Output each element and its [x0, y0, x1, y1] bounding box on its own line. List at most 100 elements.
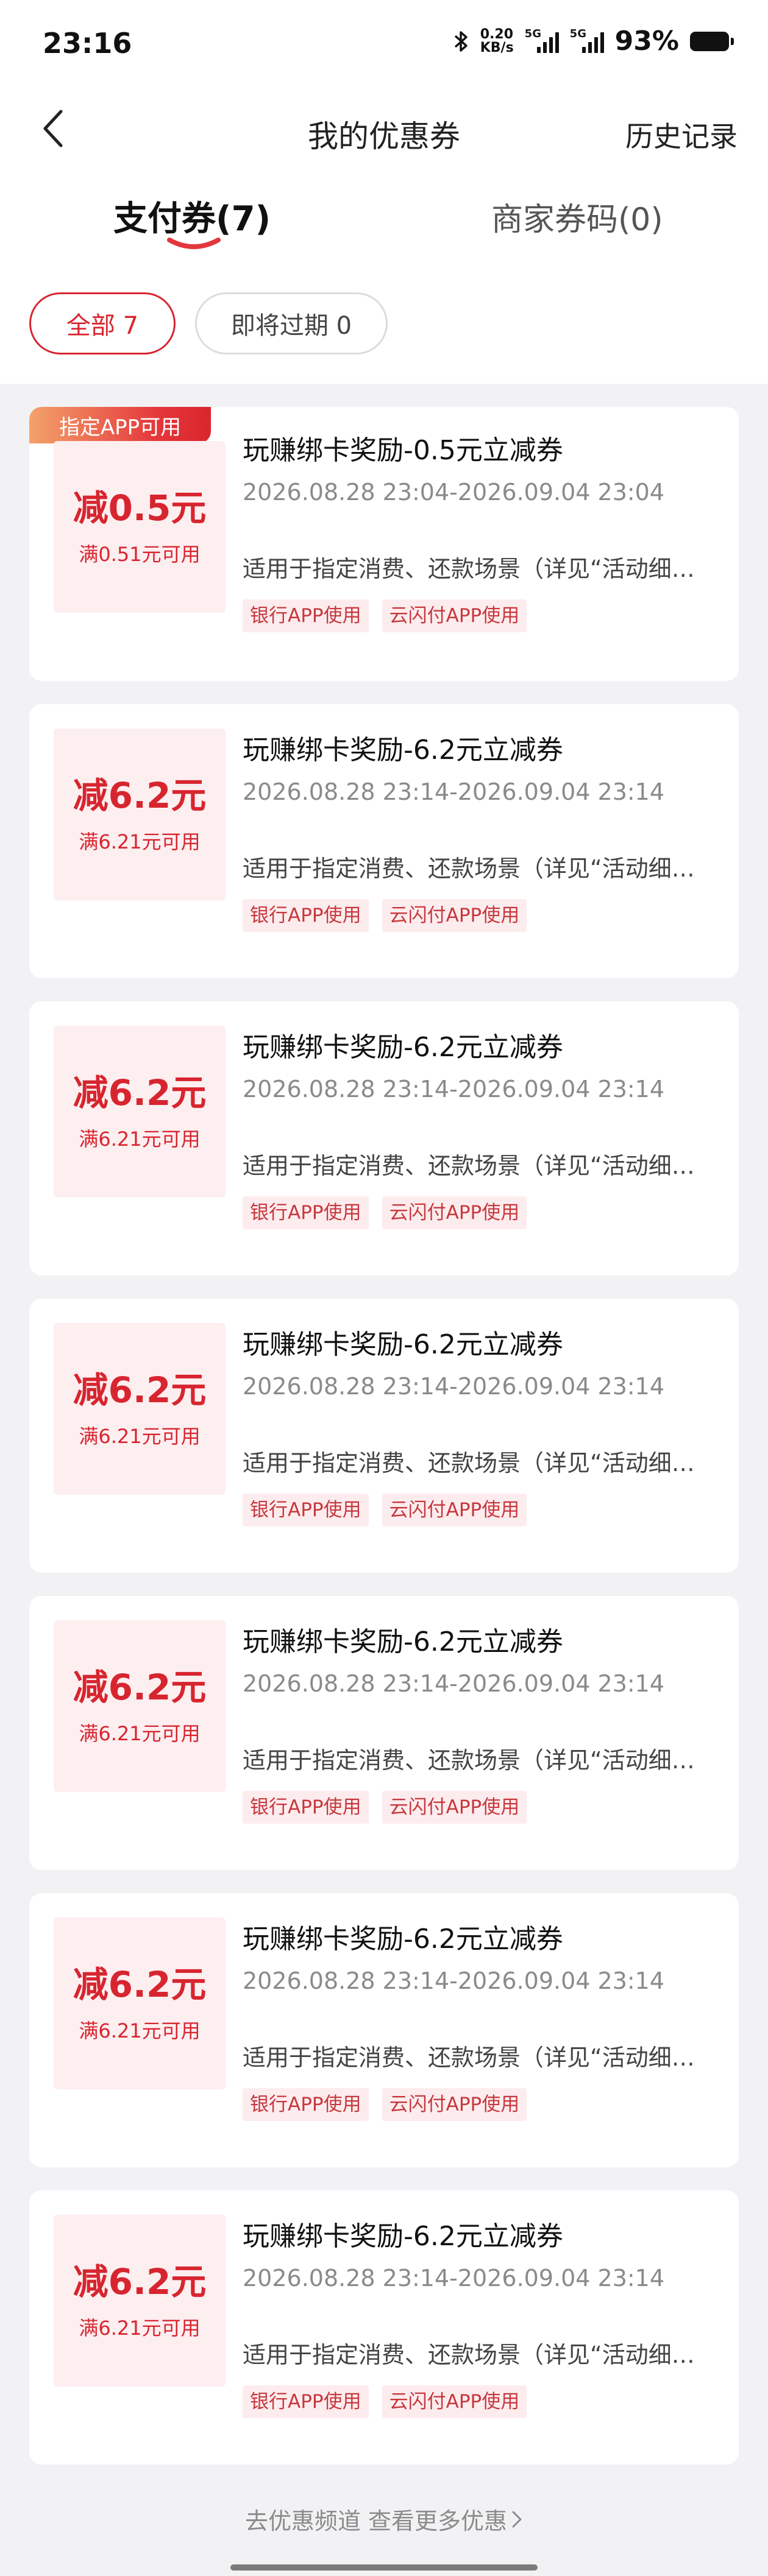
history-button[interactable]: 历史记录	[625, 115, 738, 155]
battery-icon	[690, 31, 734, 51]
tab-payment-coupons[interactable]: 支付券(7)	[113, 191, 271, 241]
coupon-amount-box: 减6.2元 满6.21元可用	[54, 1620, 226, 1792]
filter-all-chip[interactable]: 全部 7	[29, 292, 176, 355]
badge-bank-app: 银行APP使用	[243, 2088, 369, 2121]
status-time: 23:16	[43, 27, 132, 60]
coupon-info: 玩赚绑卡奖励-0.5元立减券 2026.08.28 23:04-2026.09.…	[243, 434, 714, 632]
filter-chips: 全部 7 即将过期 0	[29, 292, 388, 355]
coupon-amount-box: 减6.2元 满6.21元可用	[54, 1323, 226, 1495]
coupon-amount-box: 减0.5元 满0.51元可用	[54, 441, 226, 613]
coupon-threshold: 满0.51元可用	[79, 543, 201, 566]
coupon-badges: 银行APP使用 云闪付APP使用	[243, 599, 714, 632]
tab-active-indicator	[167, 238, 221, 249]
coupon-amount: 减6.2元	[73, 1667, 207, 1708]
badge-unionpay-app: 云闪付APP使用	[382, 2088, 527, 2121]
coupon-threshold: 满6.21元可用	[79, 2019, 201, 2042]
status-bar: 23:16 0.20 KB/s 5G 5G 93%	[0, 0, 768, 91]
coupon-info: 玩赚绑卡奖励-6.2元立减券 2026.08.28 23:14-2026.09.…	[243, 1625, 714, 1824]
coupon-date-range: 2026.08.28 23:14-2026.09.04 23:14	[243, 1670, 665, 1697]
nav-bar: 我的优惠券 历史记录	[0, 91, 768, 171]
coupon-badges: 银行APP使用 云闪付APP使用	[243, 1791, 714, 1824]
coupon-info: 玩赚绑卡奖励-6.2元立减券 2026.08.28 23:14-2026.09.…	[243, 1031, 714, 1229]
tab-merchant-codes[interactable]: 商家券码(0)	[491, 194, 663, 239]
badge-unionpay-app: 云闪付APP使用	[382, 1791, 527, 1824]
badge-bank-app: 银行APP使用	[243, 1196, 369, 1229]
coupon-badges: 银行APP使用 云闪付APP使用	[243, 1196, 714, 1229]
coupon-description: 适用于指定消费、还款场景（详见“活动细则”）	[243, 2044, 714, 2071]
coupon-badges: 银行APP使用 云闪付APP使用	[243, 2088, 714, 2121]
signal-icon: 5G	[524, 27, 559, 53]
coupon-info: 玩赚绑卡奖励-6.2元立减券 2026.08.28 23:14-2026.09.…	[243, 1328, 714, 1526]
chevron-right-icon	[511, 2508, 523, 2535]
coupon-info: 玩赚绑卡奖励-6.2元立减券 2026.08.28 23:14-2026.09.…	[243, 1922, 714, 2121]
signal-label: 5G	[569, 27, 586, 40]
coupon-threshold: 满6.21元可用	[79, 1127, 201, 1151]
badge-bank-app: 银行APP使用	[243, 599, 369, 632]
coupon-threshold: 满6.21元可用	[79, 1425, 201, 1448]
coupon-threshold: 满6.21元可用	[79, 2317, 201, 2340]
status-icons: 0.20 KB/s 5G 5G 93%	[453, 26, 734, 57]
coupon-title: 玩赚绑卡奖励-6.2元立减券	[243, 1626, 563, 1657]
net-speed-unit: KB/s	[480, 40, 514, 55]
coupon-card[interactable]: 减6.2元 满6.21元可用 玩赚绑卡奖励-6.2元立减券 2026.08.28…	[29, 1893, 739, 2167]
coupon-list: 指定APP可用 减0.5元 满0.51元可用 玩赚绑卡奖励-0.5元立减券 20…	[29, 407, 739, 2488]
coupon-card[interactable]: 减6.2元 满6.21元可用 玩赚绑卡奖励-6.2元立减券 2026.08.28…	[29, 1596, 739, 1870]
filter-expiring-chip[interactable]: 即将过期 0	[195, 292, 388, 355]
coupon-amount-box: 减6.2元 满6.21元可用	[54, 2215, 226, 2387]
coupon-amount: 减0.5元	[73, 487, 207, 529]
coupon-badges: 银行APP使用 云闪付APP使用	[243, 1494, 714, 1526]
coupon-amount-box: 减6.2元 满6.21元可用	[54, 1918, 226, 2089]
coupon-info: 玩赚绑卡奖励-6.2元立减券 2026.08.28 23:14-2026.09.…	[243, 733, 714, 932]
coupon-description: 适用于指定消费、还款场景（详见“活动细则”）	[243, 1450, 714, 1477]
coupon-date-range: 2026.08.28 23:14-2026.09.04 23:14	[243, 1373, 665, 1400]
coupon-description: 适用于指定消费、还款场景（详见“活动细则”）	[243, 1747, 714, 1774]
badge-bank-app: 银行APP使用	[243, 2385, 369, 2418]
coupon-badges: 银行APP使用 云闪付APP使用	[243, 899, 714, 932]
coupon-date-range: 2026.08.28 23:14-2026.09.04 23:14	[243, 778, 665, 805]
coupon-description: 适用于指定消费、还款场景（详见“活动细则”）	[243, 855, 714, 882]
coupon-amount: 减6.2元	[73, 1369, 207, 1411]
coupon-card[interactable]: 减6.2元 满6.21元可用 玩赚绑卡奖励-6.2元立减券 2026.08.28…	[29, 704, 739, 978]
coupon-threshold: 满6.21元可用	[79, 830, 201, 853]
badge-unionpay-app: 云闪付APP使用	[382, 599, 527, 632]
coupon-card[interactable]: 减6.2元 满6.21元可用 玩赚绑卡奖励-6.2元立减券 2026.08.28…	[29, 1299, 739, 1573]
coupon-title: 玩赚绑卡奖励-6.2元立减券	[243, 1329, 563, 1360]
signal-label: 5G	[524, 27, 541, 40]
tab-bar: 支付券(7) 商家券码(0)	[0, 171, 768, 262]
net-speed: 0.20 KB/s	[480, 26, 514, 55]
coupon-amount-box: 减6.2元 满6.21元可用	[54, 1026, 226, 1198]
badge-bank-app: 银行APP使用	[243, 1494, 369, 1526]
coupon-info: 玩赚绑卡奖励-6.2元立减券 2026.08.28 23:14-2026.09.…	[243, 2220, 714, 2418]
home-indicator[interactable]	[230, 2564, 538, 2571]
coupon-description: 适用于指定消费、还款场景（详见“活动细则”）	[243, 2341, 714, 2368]
coupon-date-range: 2026.08.28 23:14-2026.09.04 23:14	[243, 1076, 665, 1103]
coupon-badges: 银行APP使用 云闪付APP使用	[243, 2385, 714, 2418]
coupon-card[interactable]: 减6.2元 满6.21元可用 玩赚绑卡奖励-6.2元立减券 2026.08.28…	[29, 1001, 739, 1276]
coupon-card[interactable]: 减6.2元 满6.21元可用 玩赚绑卡奖励-6.2元立减券 2026.08.28…	[29, 2190, 739, 2465]
net-speed-value: 0.20	[480, 26, 513, 42]
coupon-date-range: 2026.08.28 23:14-2026.09.04 23:14	[243, 1967, 665, 1994]
badge-bank-app: 银行APP使用	[243, 899, 369, 932]
more-offers-link[interactable]: 去优惠频道 查看更多优惠	[0, 2502, 768, 2536]
bluetooth-icon	[453, 29, 469, 54]
coupon-amount: 减6.2元	[73, 775, 207, 816]
coupon-card[interactable]: 指定APP可用 减0.5元 满0.51元可用 玩赚绑卡奖励-0.5元立减券 20…	[29, 407, 739, 681]
badge-unionpay-app: 云闪付APP使用	[382, 1494, 527, 1526]
coupon-date-range: 2026.08.28 23:14-2026.09.04 23:14	[243, 2265, 665, 2292]
badge-unionpay-app: 云闪付APP使用	[382, 1196, 527, 1229]
badge-unionpay-app: 云闪付APP使用	[382, 2385, 527, 2418]
coupon-title: 玩赚绑卡奖励-0.5元立减券	[243, 435, 563, 466]
coupon-amount: 减6.2元	[73, 2261, 207, 2303]
more-offers-text: 去优惠频道 查看更多优惠	[244, 2508, 508, 2535]
coupon-amount: 减6.2元	[73, 1072, 207, 1113]
battery-percent: 93%	[614, 26, 679, 57]
coupon-tag: 指定APP可用	[29, 407, 211, 443]
coupon-threshold: 满6.21元可用	[79, 1722, 201, 1745]
badge-unionpay-app: 云闪付APP使用	[382, 899, 527, 932]
coupon-title: 玩赚绑卡奖励-6.2元立减券	[243, 2221, 563, 2252]
coupon-description: 适用于指定消费、还款场景（详见“活动细则”）	[243, 1152, 714, 1179]
coupon-amount: 减6.2元	[73, 1964, 207, 2005]
header-area: 23:16 0.20 KB/s 5G 5G 93% 我的优惠券 历史记录 支付券…	[0, 0, 768, 384]
coupon-title: 玩赚绑卡奖励-6.2元立减券	[243, 1924, 563, 1955]
signal-icon: 5G	[569, 27, 604, 53]
